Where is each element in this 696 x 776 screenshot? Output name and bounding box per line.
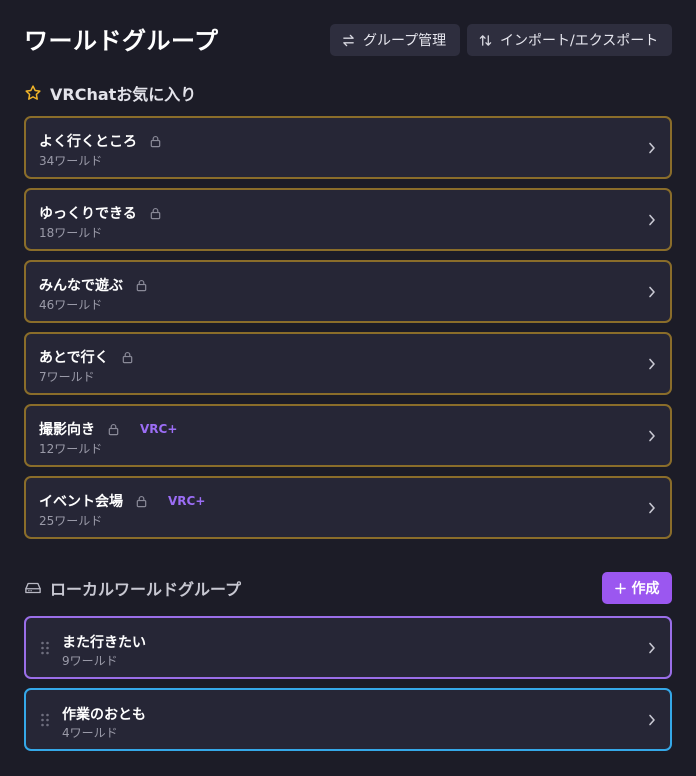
chevron-right-icon (649, 502, 655, 514)
import-export-button[interactable]: インポート/エクスポート (467, 24, 672, 56)
group-name: 作業のおとも (62, 707, 146, 723)
group-name: また行きたい (62, 635, 146, 651)
lock-icon (108, 423, 119, 435)
import-export-label: インポート/エクスポート (500, 33, 659, 49)
drag-handle-icon[interactable] (40, 713, 50, 727)
chevron-right-icon (649, 642, 655, 654)
plus-icon (614, 582, 626, 594)
favorite-group-card[interactable]: 撮影向き VRC+ 12ワールド (24, 404, 672, 467)
group-count: 46ワールド (39, 298, 103, 312)
group-count: 9ワールド (62, 654, 118, 668)
lock-icon (150, 207, 161, 219)
favorites-section-title: VRChatお気に入り (50, 85, 197, 104)
chevron-right-icon (649, 286, 655, 298)
star-icon (25, 85, 41, 100)
page-title: ワールドグループ (24, 27, 219, 55)
lock-icon (136, 495, 147, 507)
chevron-right-icon (649, 142, 655, 154)
chevron-right-icon (649, 358, 655, 370)
group-count: 4ワールド (62, 726, 118, 740)
group-name: ゆっくりできる (39, 206, 137, 222)
sort-arrows-icon (479, 34, 492, 46)
lock-icon (150, 135, 161, 147)
vrc-plus-badge: VRC+ (140, 422, 178, 436)
favorite-group-card[interactable]: ゆっくりできる 18ワールド (24, 188, 672, 251)
group-count: 7ワールド (39, 370, 95, 384)
lock-icon (122, 351, 132, 363)
favorite-group-card[interactable]: みんなで遊ぶ 46ワールド (24, 260, 672, 323)
chevron-right-icon (649, 214, 655, 226)
group-count: 18ワールド (39, 226, 103, 240)
group-count: 25ワールド (39, 514, 103, 528)
local-group-card[interactable]: 作業のおとも 4ワールド (24, 688, 672, 751)
local-group-card[interactable]: また行きたい 9ワールド (24, 616, 672, 679)
group-name: イベント会場 (39, 494, 123, 510)
chevron-right-icon (649, 430, 655, 442)
chevron-right-icon (649, 714, 655, 726)
vrc-plus-badge: VRC+ (168, 494, 206, 508)
create-group-button[interactable]: 作成 (602, 572, 672, 604)
local-section-title: ローカルワールドグループ (50, 580, 242, 599)
swap-icon (343, 34, 354, 46)
group-manage-label: グループ管理 (363, 33, 447, 49)
group-name: あとで行く (39, 350, 109, 366)
lock-icon (136, 279, 147, 291)
group-count: 34ワールド (39, 154, 103, 168)
group-manage-button[interactable]: グループ管理 (330, 24, 460, 56)
create-group-label: 作成 (631, 581, 660, 597)
favorite-group-card[interactable]: あとで行く 7ワールド (24, 332, 672, 395)
favorite-group-card[interactable]: よく行くところ 34ワールド (24, 116, 672, 179)
drag-handle-icon[interactable] (40, 641, 50, 655)
hard-drive-icon (25, 582, 41, 594)
group-name: 撮影向き (39, 422, 95, 438)
local-section-header: ローカルワールドグループ (24, 576, 241, 600)
favorite-group-card[interactable]: イベント会場 VRC+ 25ワールド (24, 476, 672, 539)
group-count: 12ワールド (39, 442, 103, 456)
group-name: よく行くところ (39, 134, 137, 150)
favorites-section-header: VRChatお気に入り (24, 81, 196, 105)
group-name: みんなで遊ぶ (39, 278, 123, 294)
page-header: ワールドグループ グループ管理 インポート/エクスポート (24, 24, 672, 58)
